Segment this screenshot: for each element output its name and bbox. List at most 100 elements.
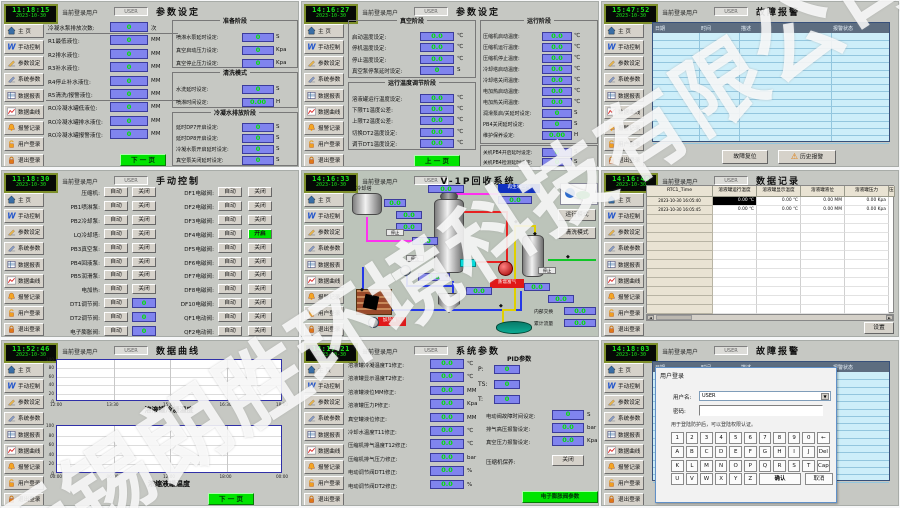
data-cell[interactable]: [757, 215, 801, 224]
value-field[interactable]: 0.00: [542, 131, 572, 140]
data-cell[interactable]: [713, 269, 757, 278]
sidebar-item-manual-control[interactable]: W手动控制: [304, 40, 344, 54]
key-0[interactable]: 0: [802, 432, 815, 444]
column-header[interactable]: 溶液罐液位: [801, 186, 845, 197]
data-cell[interactable]: [801, 269, 845, 278]
auto-button[interactable]: 自动: [218, 201, 242, 211]
sidebar-item-data-report[interactable]: 数据报表: [304, 428, 344, 442]
process-readout[interactable]: 0.0: [498, 196, 532, 204]
h-scrollbar[interactable]: ◄►: [646, 314, 894, 321]
sidebar-item-data-report[interactable]: 数据报表: [4, 89, 44, 103]
sidebar-item-alarm-record[interactable]: 报警记录: [304, 290, 344, 304]
value-field[interactable]: 0: [542, 158, 572, 167]
key-B[interactable]: B: [686, 446, 699, 458]
data-cell[interactable]: [757, 224, 801, 233]
sidebar-item-user-login[interactable]: 用户登录: [604, 137, 644, 151]
value-field[interactable]: 0: [494, 380, 520, 389]
sidebar-item-logout[interactable]: 退出登录: [304, 323, 344, 337]
column-header[interactable]: 压缩机: [889, 186, 895, 197]
state-button[interactable]: 关闭: [248, 298, 272, 308]
process-readout[interactable]: 0.0: [564, 307, 596, 315]
sidebar-item-home[interactable]: 主 页: [604, 24, 644, 38]
sidebar-item-system-param[interactable]: 系统参数: [604, 412, 644, 426]
auto-button[interactable]: 自动: [104, 298, 128, 308]
data-cell[interactable]: [713, 278, 757, 287]
auto-button[interactable]: 自动: [218, 284, 242, 294]
auto-button[interactable]: 自动: [104, 201, 128, 211]
key-F[interactable]: F: [744, 446, 757, 458]
key-C[interactable]: C: [700, 446, 713, 458]
login-user-box[interactable]: USER: [714, 7, 748, 16]
value-field[interactable]: 0: [242, 156, 274, 165]
cancel-button[interactable]: 取消: [805, 473, 833, 485]
process-readout[interactable]: 0.0: [466, 287, 492, 295]
column-header[interactable]: 溶液罐运行温度: [713, 186, 757, 197]
key-2[interactable]: 2: [686, 432, 699, 444]
sidebar-item-home[interactable]: 主 页: [304, 193, 344, 207]
key-K[interactable]: K: [671, 460, 684, 472]
process-readout[interactable]: 0.0: [396, 211, 422, 219]
value-field[interactable]: 0.0: [430, 466, 464, 476]
sidebar-item-data-report[interactable]: 数据报表: [604, 428, 644, 442]
sidebar-item-system-param[interactable]: 系统参数: [304, 242, 344, 256]
sidebar-item-user-login[interactable]: 用户登录: [4, 137, 44, 151]
sidebar-item-home[interactable]: 主 页: [4, 363, 44, 377]
sidebar-item-home[interactable]: 主 页: [604, 363, 644, 377]
data-cell[interactable]: [845, 233, 889, 242]
sidebar-item-user-login[interactable]: 用户登录: [604, 476, 644, 490]
auto-button[interactable]: 自动: [104, 229, 128, 239]
sidebar-item-manual-control[interactable]: W手动控制: [304, 209, 344, 223]
sidebar-item-alarm-record[interactable]: 报警记录: [604, 121, 644, 135]
fault-reset-button[interactable]: 故障复位: [722, 150, 768, 164]
data-cell[interactable]: [713, 260, 757, 269]
key-U[interactable]: U: [671, 473, 684, 485]
login-user-box[interactable]: USER: [414, 346, 448, 355]
value-field[interactable]: 0.0: [420, 105, 454, 114]
value-field[interactable]: 0.0: [420, 139, 454, 148]
data-cell[interactable]: 0.00 MM: [801, 197, 845, 206]
data-cell[interactable]: 0.00 ℃: [757, 197, 801, 206]
sidebar-item-alarm-record[interactable]: 报警记录: [304, 460, 344, 474]
history-alarm-button[interactable]: ⚠历史报警: [778, 150, 836, 164]
value-field[interactable]: 0.0: [430, 413, 464, 423]
key-9[interactable]: 9: [788, 432, 801, 444]
auto-button[interactable]: 自动: [104, 284, 128, 294]
auto-button[interactable]: 自动: [104, 326, 128, 336]
value-field[interactable]: 0.0: [420, 94, 454, 103]
data-cell[interactable]: [801, 278, 845, 287]
process-readout[interactable]: 0.0: [428, 185, 464, 193]
login-user-box[interactable]: USER: [114, 176, 148, 185]
process-readout[interactable]: 0.0: [564, 319, 596, 327]
value-field[interactable]: 0: [110, 102, 148, 112]
data-cell[interactable]: [801, 305, 845, 314]
sidebar-item-home[interactable]: 主 页: [4, 24, 44, 38]
key-N[interactable]: N: [715, 460, 728, 472]
key-R[interactable]: R: [773, 460, 786, 472]
sidebar-item-system-param[interactable]: 系统参数: [604, 73, 644, 87]
data-cell[interactable]: [713, 215, 757, 224]
key-G[interactable]: G: [759, 446, 772, 458]
state-button[interactable]: 关闭: [248, 215, 272, 225]
value-field[interactable]: 0.0: [542, 32, 572, 41]
sidebar-item-param-setting[interactable]: 参数设定: [304, 56, 344, 70]
value-field[interactable]: 0.00: [242, 98, 274, 107]
confirm-button[interactable]: 确认: [759, 473, 801, 485]
auto-button[interactable]: 自动: [218, 187, 242, 197]
value-field[interactable]: 0.0: [542, 54, 572, 63]
value-field[interactable]: 0: [420, 66, 454, 75]
data-cell[interactable]: [801, 296, 845, 305]
key-←[interactable]: ←: [817, 432, 830, 444]
sidebar-item-logout[interactable]: 退出登录: [604, 154, 644, 167]
sidebar-item-user-login[interactable]: 用户登录: [4, 476, 44, 490]
scroll-thumb[interactable]: [656, 315, 692, 320]
data-cell[interactable]: [845, 287, 889, 296]
auto-button[interactable]: 自动: [218, 215, 242, 225]
auto-button[interactable]: 自动: [218, 312, 242, 322]
key-Cap[interactable]: Cap: [817, 460, 830, 472]
data-cell[interactable]: [713, 287, 757, 296]
state-button[interactable]: 关闭: [248, 312, 272, 322]
data-cell[interactable]: 0.00 MM: [801, 206, 845, 215]
value-field[interactable]: 0: [110, 76, 148, 86]
data-cell[interactable]: [801, 287, 845, 296]
data-cell[interactable]: [757, 305, 801, 314]
